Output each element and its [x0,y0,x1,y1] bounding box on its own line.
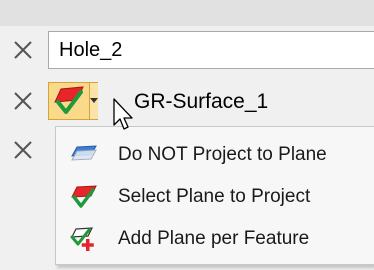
close-x-icon [14,141,32,159]
property-panel: Hole_2 GR-Surface_1 Do NOT Project to Pl… [0,0,374,270]
menu-item-label: Do NOT Project to Plane [118,144,327,165]
remove-hole-button[interactable] [10,37,36,63]
hole-name-field[interactable]: Hole_2 [48,31,374,69]
plane-projection-menu: Do NOT Project to Plane Select Plane to … [55,126,374,265]
select-plane-checkmark-icon [52,85,86,117]
menu-item-label: Select Plane to Project [118,186,311,207]
menu-item-label: Add Plane per Feature [118,228,310,249]
menu-item-select-plane[interactable]: Select Plane to Project [56,176,374,218]
close-x-icon [14,92,32,110]
add-plane-plus-icon [69,226,97,252]
remove-surface-button[interactable] [10,88,36,114]
hole-name-value: Hole_2 [59,38,123,61]
menu-item-add-plane[interactable]: Add Plane per Feature [56,218,374,260]
select-plane-checkmark-icon [69,184,97,210]
dropdown-toggle[interactable] [89,83,98,119]
dropdown-arrow-icon [90,98,98,103]
menu-item-do-not-project[interactable]: Do NOT Project to Plane [56,134,374,176]
no-project-plane-icon [69,142,97,168]
panel-header-strip [0,0,374,26]
remove-row-button[interactable] [10,137,36,163]
plane-projection-button[interactable] [48,82,98,120]
close-x-icon [14,41,32,59]
surface-name-label: GR-Surface_1 [134,90,269,113]
